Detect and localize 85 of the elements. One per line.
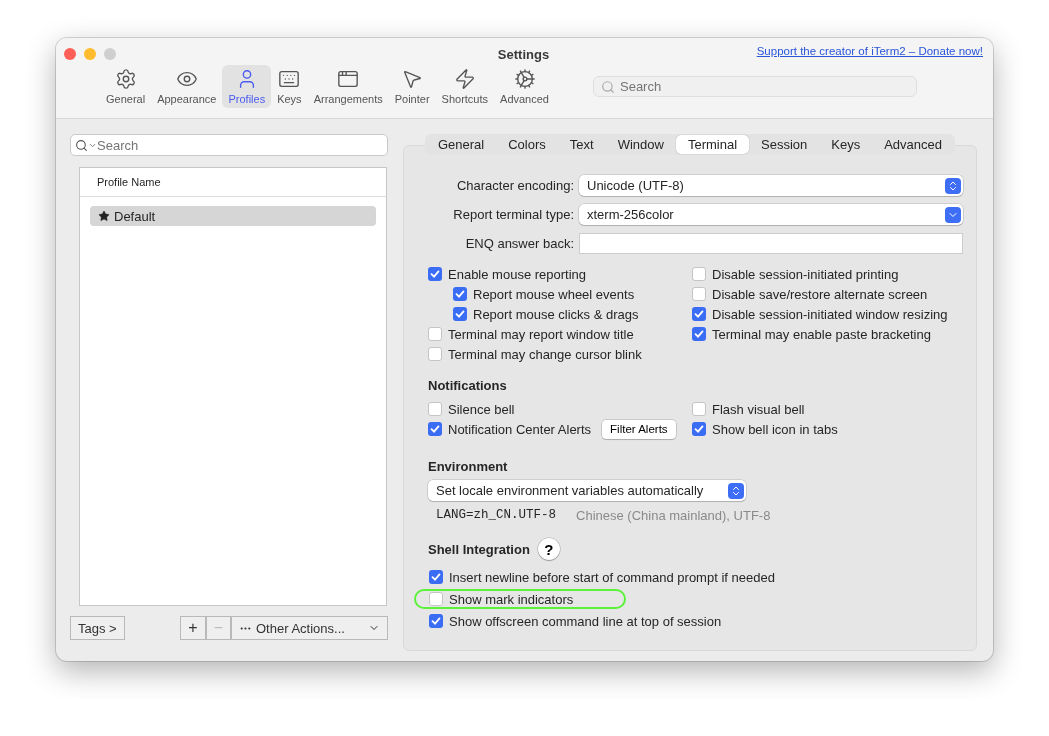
tab[interactable]: Text	[557, 135, 606, 154]
bolt-icon	[453, 68, 476, 90]
lang-value: LANG=zh_CN.UTF-8	[436, 508, 557, 523]
checkbox[interactable]	[428, 402, 442, 416]
search-icon	[601, 79, 615, 94]
input-field[interactable]	[579, 233, 963, 254]
toolbar-item[interactable]: Advanced	[494, 65, 555, 108]
checkbox-label: Insert newline before start of command prompt if needed	[449, 569, 775, 585]
checkbox-label: Notification Center Alerts	[448, 421, 592, 437]
other-actions-button[interactable]: Other Actions...	[231, 616, 388, 640]
section-heading: Environment	[428, 459, 509, 474]
toolbar-item[interactable]: Shortcuts	[435, 65, 495, 108]
chevron-down-icon	[945, 206, 961, 223]
checkbox-label: Terminal may change cursor blink	[448, 346, 642, 362]
checkbox-label: Show bell icon in tabs	[712, 421, 838, 437]
tags-button[interactable]: Tags >	[70, 616, 125, 640]
search-icon	[75, 138, 88, 152]
add-button[interactable]: +	[180, 616, 206, 640]
checkbox[interactable]	[692, 327, 706, 341]
column-header: Profile Name	[80, 168, 386, 197]
filter-alerts-button[interactable]: Filter Alerts	[602, 419, 676, 439]
tab[interactable]: Session	[749, 135, 820, 154]
checkbox-label: Show offscreen command line at top of session	[449, 613, 722, 629]
tab[interactable]: Colors	[496, 135, 558, 154]
star-icon	[98, 210, 110, 222]
checkbox[interactable]	[429, 614, 443, 628]
tab[interactable]: Keys	[819, 135, 873, 154]
checkbox-label: Report mouse wheel events	[473, 286, 635, 302]
checkbox-label: Show mark indicators	[449, 591, 574, 607]
windows-icon	[337, 68, 360, 90]
checkbox[interactable]	[428, 347, 442, 361]
checkbox[interactable]	[428, 327, 442, 341]
toolbar-item[interactable]: Profiles	[222, 65, 272, 108]
checkbox[interactable]	[453, 287, 467, 301]
tab[interactable]: General	[426, 135, 497, 154]
checkbox-label: Terminal may enable paste bracketing	[712, 326, 931, 342]
checkbox[interactable]	[453, 307, 467, 321]
field-label: Character encoding:	[455, 178, 574, 193]
section-heading: Shell Integration	[428, 541, 530, 557]
stepper-icon	[728, 482, 744, 499]
gear-icon	[114, 68, 137, 90]
checkbox-label: Report mouse clicks & drags	[473, 306, 639, 322]
checkbox[interactable]	[692, 422, 706, 436]
toolbar-item[interactable]: Arrangements	[307, 65, 389, 108]
popup-button[interactable]: Unicode (UTF-8)	[579, 175, 963, 196]
search-field[interactable]: Search	[593, 76, 917, 97]
popup-button[interactable]: Set locale environment variables automatically	[428, 480, 746, 501]
tab[interactable]: Window	[605, 135, 676, 154]
minimize-button[interactable]	[84, 48, 96, 60]
checkbox-label: Terminal may report window title	[448, 326, 634, 342]
checkbox-label: Disable session-initiated window resizing	[712, 306, 948, 322]
keyboard-icon	[278, 68, 301, 90]
checkbox-label: Disable session-initiated printing	[712, 266, 899, 282]
zoom-button[interactable]	[104, 48, 116, 60]
close-button[interactable]	[64, 48, 76, 60]
checkbox-label: Flash visual bell	[712, 401, 805, 417]
profile-row[interactable]: Default	[90, 206, 376, 226]
help-button[interactable]: ?	[537, 538, 560, 560]
window-title: Settings	[497, 46, 550, 62]
checkbox[interactable]	[428, 422, 442, 436]
tab[interactable]: Advanced	[872, 135, 954, 154]
field-label: ENQ answer back:	[464, 236, 574, 251]
checkbox[interactable]	[692, 307, 706, 321]
checkbox[interactable]	[692, 267, 706, 281]
donate-link[interactable]: Support the creator of iTerm2 – Donate now!	[756, 45, 983, 57]
checkbox[interactable]	[429, 570, 443, 584]
checkbox[interactable]	[692, 402, 706, 416]
search-field[interactable]: Search	[70, 134, 388, 156]
pointer-icon	[401, 68, 424, 90]
section-heading: Notifications	[428, 378, 508, 393]
toolbar-item[interactable]: Pointer	[388, 65, 436, 108]
checkbox[interactable]	[428, 267, 442, 281]
field-label: Report terminal type:	[452, 207, 574, 222]
toolbar-item[interactable]: Keys	[271, 65, 308, 108]
checkbox-label: Silence bell	[448, 401, 515, 417]
checkbox-label: Disable save/restore alternate screen	[712, 286, 928, 302]
checkbox[interactable]	[429, 592, 443, 606]
popup-button[interactable]: xterm-256color	[579, 204, 963, 225]
locale-description: Chinese (China mainland), UTF-8	[576, 508, 771, 523]
checkbox-label: Enable mouse reporting	[448, 266, 587, 282]
toolbar-item[interactable]: Appearance	[151, 65, 223, 108]
tab[interactable]: Terminal	[675, 135, 750, 154]
stepper-icon	[945, 177, 961, 194]
checkbox[interactable]	[692, 287, 706, 301]
toolbar-item[interactable]: General	[100, 65, 152, 108]
